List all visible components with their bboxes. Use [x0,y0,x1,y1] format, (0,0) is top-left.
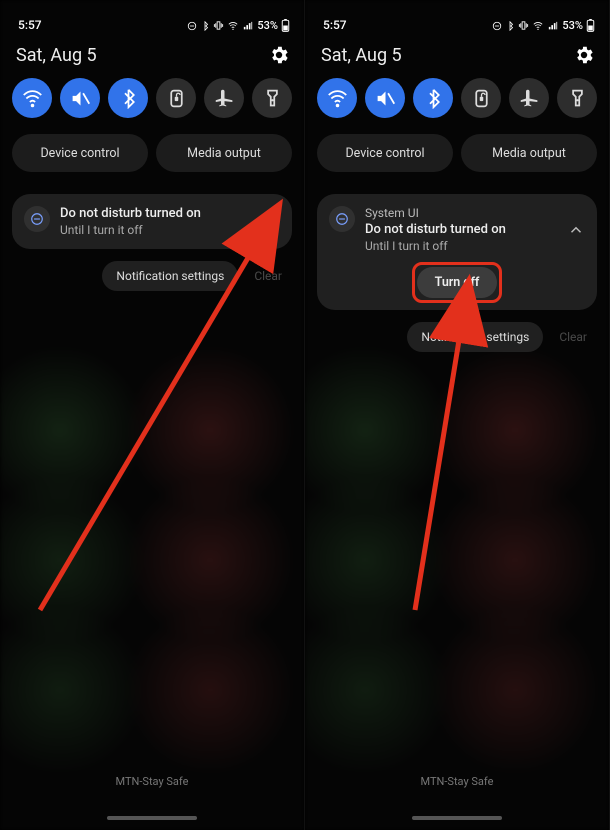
chevron-up-icon[interactable] [567,221,585,239]
media-output-pill[interactable]: Media output [461,134,597,172]
gesture-bar[interactable] [412,816,502,820]
qs-airplane[interactable] [204,78,244,118]
notification-settings-button[interactable]: Notification settings [102,261,238,291]
bluetooth-status-icon [505,21,515,31]
notification-subtitle: Until I turn it off [365,239,557,253]
device-control-label: Device control [40,146,119,161]
qs-bluetooth[interactable] [108,78,148,118]
battery-icon [586,19,595,32]
battery-pct: 53% [257,19,278,32]
vibrate-icon [213,20,224,31]
chevron-down-icon[interactable] [262,213,280,231]
gesture-bar[interactable] [107,816,197,820]
date-label: Sat, Aug 5 [16,45,97,66]
wifi-status-icon [227,21,239,31]
header-row: Sat, Aug 5 [305,34,609,72]
left-screenshot: 5:57 53% Sat, Aug 5 Device control Media… [0,0,305,830]
notification-appname: System UI [365,206,557,220]
qs-rotation-lock[interactable] [156,78,196,118]
notif-footer-row: Notification settings Clear [0,249,304,291]
quick-settings-row [305,72,609,124]
device-control-pill[interactable]: Device control [12,134,148,172]
qs-mute[interactable] [60,78,100,118]
qs-airplane[interactable] [509,78,549,118]
media-output-label: Media output [492,146,566,161]
gear-icon[interactable] [268,44,290,66]
status-bar: 5:57 53% [305,0,609,34]
status-time: 5:57 [323,18,347,32]
qs-wifi[interactable] [12,78,52,118]
dnd-icon [24,206,50,232]
turn-off-label: Turn off [435,275,480,290]
qs-mute[interactable] [365,78,405,118]
notification-title: Do not disturb turned on [365,222,557,237]
vibrate-icon [518,20,529,31]
status-right: 53% [187,19,290,32]
notification-settings-button[interactable]: Notification settings [407,322,543,352]
dnd-status-icon [492,21,502,31]
qs-rotation-lock[interactable] [461,78,501,118]
battery-icon [281,19,290,32]
turn-off-button[interactable]: Turn off [417,267,498,298]
media-output-pill[interactable]: Media output [156,134,292,172]
qs-flashlight[interactable] [557,78,597,118]
right-screenshot: 5:57 53% Sat, Aug 5 Device control Media… [305,0,610,830]
qs-wifi[interactable] [317,78,357,118]
status-right: 53% [492,19,595,32]
media-output-label: Media output [187,146,261,161]
gear-icon[interactable] [573,44,595,66]
device-control-label: Device control [345,146,424,161]
battery-pct: 53% [562,19,583,32]
quick-settings-row [0,72,304,124]
notification-subtitle: Until I turn it off [60,223,252,237]
status-time: 5:57 [18,18,42,32]
qs-flashlight[interactable] [252,78,292,118]
device-control-pill[interactable]: Device control [317,134,453,172]
dnd-icon [329,206,355,232]
carrier-label: MTN-Stay Safe [0,775,304,788]
notif-footer-row: Notification settings Clear [305,310,609,352]
smart-pills: Device control Media output [305,124,609,180]
dnd-notification-collapsed[interactable]: Do not disturb turned on Until I turn it… [12,194,292,249]
status-bar: 5:57 53% [0,0,304,34]
clear-button[interactable]: Clear [248,263,288,289]
dnd-status-icon [187,21,197,31]
header-row: Sat, Aug 5 [0,34,304,72]
signal-icon [547,21,559,31]
wifi-status-icon [532,21,544,31]
bluetooth-status-icon [200,21,210,31]
date-label: Sat, Aug 5 [321,45,402,66]
notification-title: Do not disturb turned on [60,206,252,221]
signal-icon [242,21,254,31]
carrier-label: MTN-Stay Safe [305,775,609,788]
smart-pills: Device control Media output [0,124,304,180]
dnd-notification-expanded[interactable]: System UI Do not disturb turned on Until… [317,194,597,310]
clear-button[interactable]: Clear [553,324,593,350]
qs-bluetooth[interactable] [413,78,453,118]
